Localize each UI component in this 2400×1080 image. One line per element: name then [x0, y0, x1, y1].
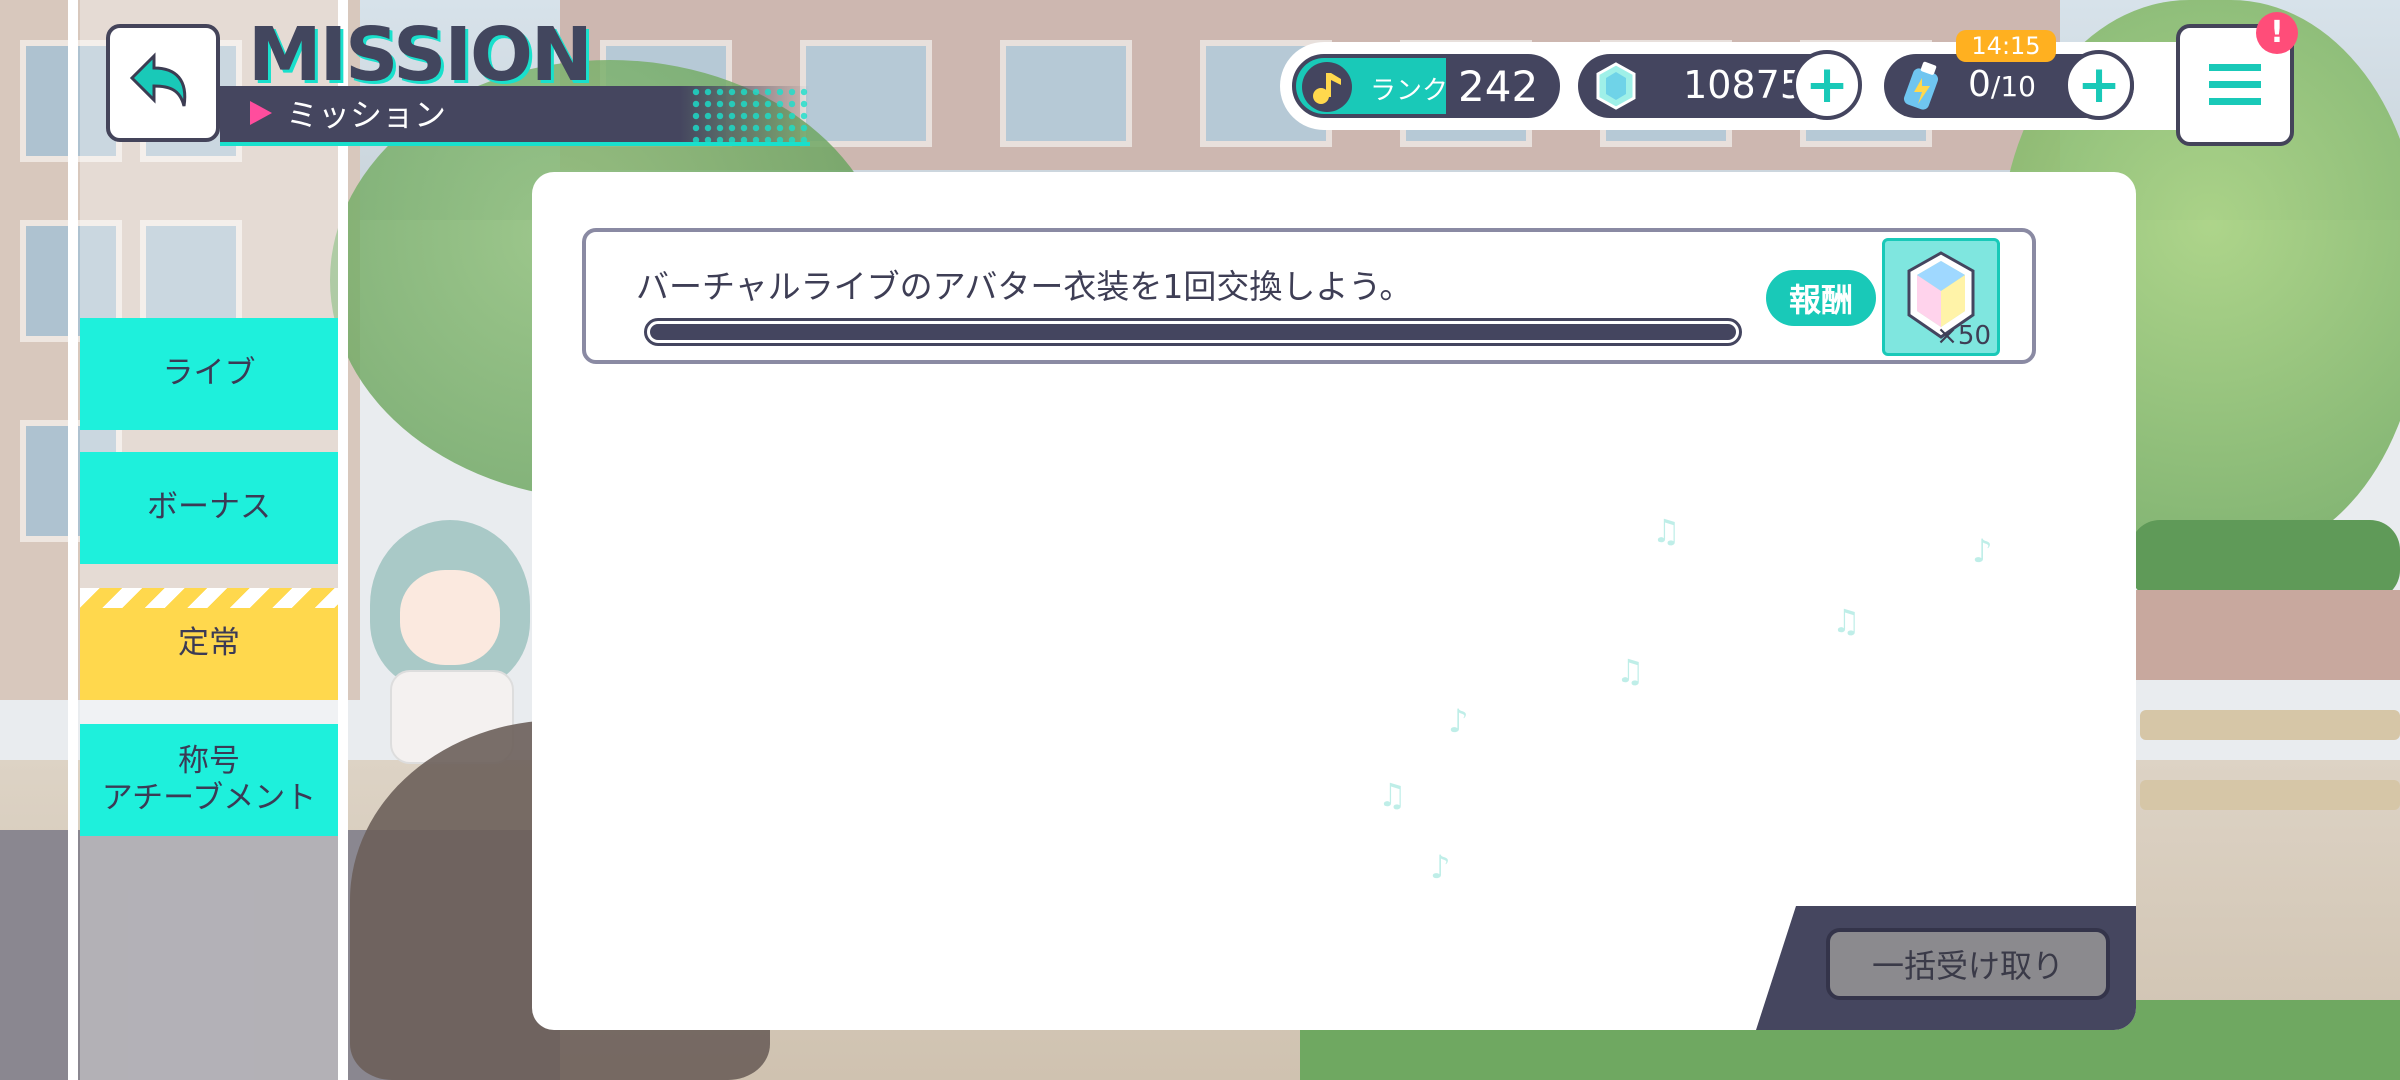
tab-title-achievement[interactable]: 称号 アチーブメント: [80, 724, 338, 836]
chibi-character: [370, 520, 530, 764]
bench: [2140, 780, 2400, 810]
mission-panel: バーチャルライブのアバター衣装を1回交換しよう。 報酬 ×50 ♫ ♪ ♫ ♫ …: [532, 172, 2136, 1030]
energy-bottle-icon: [1903, 61, 1939, 110]
rail-line: [68, 0, 78, 1080]
tab-bonus[interactable]: ボーナス: [80, 452, 338, 564]
reward-label: 報酬: [1766, 270, 1876, 326]
reward-item[interactable]: ×50: [1882, 238, 2000, 356]
energy-current: 0: [1968, 64, 1991, 105]
collect-all-button[interactable]: 一括受け取り: [1826, 928, 2110, 1000]
page-subtitle-text: ミッション: [286, 96, 447, 134]
add-energy-button[interactable]: +: [2064, 50, 2134, 120]
rank-label: ランク: [1370, 76, 1449, 106]
add-gems-button[interactable]: +: [1792, 50, 1862, 120]
back-button[interactable]: [106, 24, 220, 142]
rank-pill: ランク 242: [1292, 54, 1560, 118]
music-note-icon: ♫: [1832, 602, 1861, 640]
crystal-icon: [1596, 62, 1636, 110]
music-note-icon: ♫: [1378, 776, 1407, 814]
tab-regular[interactable]: 定常: [80, 588, 338, 700]
reward-count: ×50: [1936, 321, 1991, 351]
page-title: MISSION: [248, 12, 593, 98]
energy-timer: 14:15: [1956, 30, 2056, 62]
rank-value: 242: [1458, 62, 1539, 111]
energy-max: /10: [1990, 70, 2036, 103]
music-note-icon: ♫: [1616, 652, 1645, 690]
back-arrow-icon: [129, 52, 187, 107]
music-note-icon: [1302, 62, 1352, 112]
bench: [2140, 710, 2400, 740]
mission-text: バーチャルライブのアバター衣装を1回交換しよう。: [636, 267, 1413, 306]
music-note-icon: ♪: [1430, 848, 1451, 886]
tab-label: ボーナス: [147, 489, 271, 526]
music-note-icon: ♪: [1448, 702, 1469, 740]
brick-wall: [2130, 590, 2400, 680]
plus-icon: +: [1805, 55, 1849, 115]
tab-live[interactable]: ライブ: [80, 318, 338, 430]
energy-value: 0/10: [1968, 64, 2036, 105]
page-subtitle: ミッション: [250, 90, 446, 136]
tab-label: 定常: [178, 625, 240, 662]
mission-card[interactable]: バーチャルライブのアバター衣装を1回交換しよう。 報酬 ×50: [582, 228, 2036, 364]
tab-label: 称号 アチーブメント: [101, 742, 317, 816]
triangle-icon: [250, 101, 272, 125]
notification-badge: !: [2256, 12, 2298, 54]
music-note-icon: ♪: [1972, 532, 1993, 570]
plus-icon: +: [2077, 55, 2121, 115]
gem-count: 10875: [1683, 63, 1804, 107]
hedge: [2130, 520, 2400, 600]
halftone-dots: [690, 86, 810, 142]
tab-label: ライブ: [162, 355, 256, 392]
rail-line: [338, 0, 348, 1080]
mission-progress: [644, 318, 1742, 346]
active-stripes: [80, 588, 338, 608]
progress-fill: [650, 324, 1736, 340]
music-note-icon: ♫: [1652, 512, 1681, 550]
hamburger-icon: [2209, 64, 2261, 105]
